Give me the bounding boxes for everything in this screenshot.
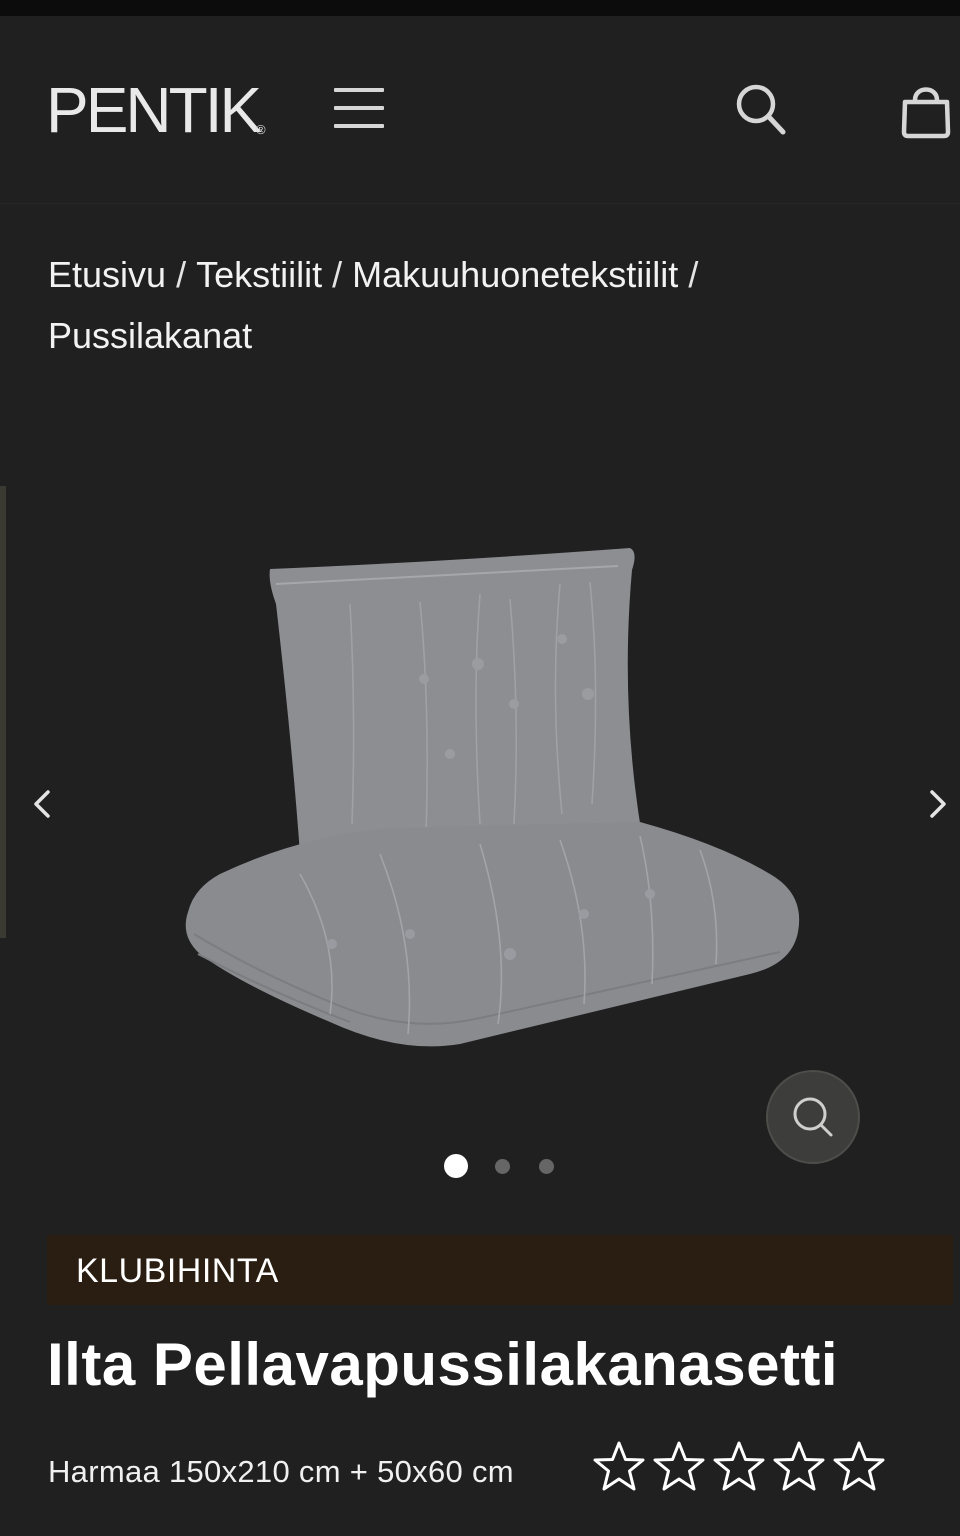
star-outline-icon xyxy=(833,1441,885,1491)
club-price-badge: KLUBIHINTA xyxy=(47,1235,953,1305)
breadcrumb-separator: / xyxy=(176,254,187,295)
breadcrumb-link-etusivu[interactable]: Etusivu xyxy=(48,254,166,295)
pentik-logo[interactable]: PENTIK xyxy=(46,78,262,142)
registered-mark: ® xyxy=(256,122,266,137)
previous-slide-peek xyxy=(0,486,6,938)
product-image-carousel[interactable] xyxy=(0,420,960,1210)
carousel-dot[interactable] xyxy=(495,1159,510,1174)
star-rating[interactable] xyxy=(592,1440,892,1496)
star-outline-icon xyxy=(713,1441,765,1491)
menu-line xyxy=(334,106,384,110)
shopping-bag-icon[interactable] xyxy=(896,80,956,140)
club-price-label: KLUBIHINTA xyxy=(76,1252,279,1290)
status-bar xyxy=(0,0,960,16)
carousel-pagination xyxy=(440,1152,570,1180)
carousel-dot-active[interactable] xyxy=(444,1154,468,1178)
breadcrumb-link-pussilakanat[interactable]: Pussilakanat xyxy=(48,315,252,356)
chevron-right-icon[interactable] xyxy=(916,780,956,828)
product-title: Ilta Pellavapussilakanasetti xyxy=(47,1331,839,1398)
breadcrumb-link-tekstiilit[interactable]: Tekstiilit xyxy=(196,254,322,295)
site-header: PENTIK ® xyxy=(0,16,960,204)
breadcrumb-link-makuuhuonetekstiilit[interactable]: Makuuhuonetekstiilit xyxy=(352,254,678,295)
breadcrumb-separator: / xyxy=(688,254,699,295)
menu-line xyxy=(334,88,384,92)
star-outline-icon xyxy=(773,1441,825,1491)
zoom-icon[interactable] xyxy=(766,1070,860,1164)
menu-line xyxy=(334,124,384,128)
hamburger-menu-icon[interactable] xyxy=(330,84,386,132)
product-variant: Harmaa 150x210 cm + 50x60 cm xyxy=(48,1454,514,1489)
chevron-left-icon[interactable] xyxy=(24,780,64,828)
product-image xyxy=(185,548,800,1047)
star-outline-icon xyxy=(593,1441,645,1491)
breadcrumb-separator: / xyxy=(332,254,343,295)
search-icon[interactable] xyxy=(732,82,792,138)
star-outline-icon xyxy=(653,1441,705,1491)
breadcrumb: Etusivu / Tekstiilit / Makuuhuonetekstiilit /… xyxy=(48,244,908,366)
carousel-dot[interactable] xyxy=(539,1159,554,1174)
